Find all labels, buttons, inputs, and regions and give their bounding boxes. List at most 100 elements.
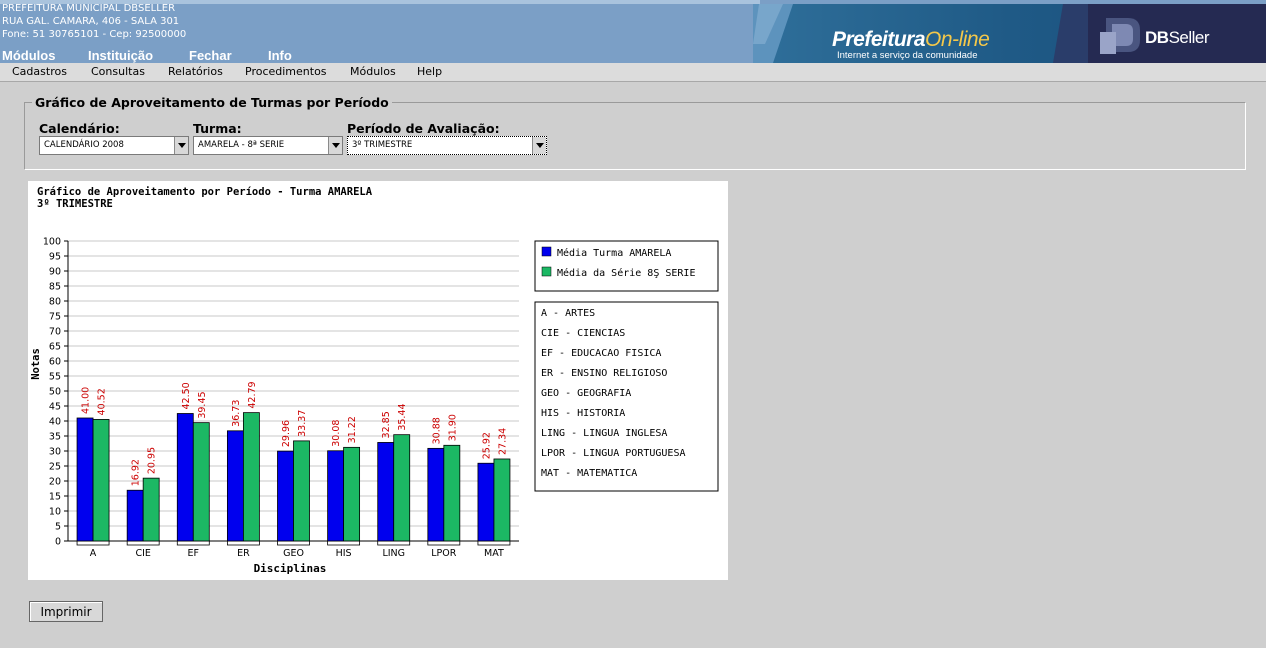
data-label: 30.88 <box>431 417 442 444</box>
y-tick-label: 30 <box>49 447 61 458</box>
y-tick-label: 80 <box>49 297 61 308</box>
bar-er-s1 <box>226 430 244 542</box>
turma-label: Turma: <box>193 121 242 136</box>
chevron-down-icon[interactable] <box>174 137 188 154</box>
data-label: 16.92 <box>131 459 142 486</box>
data-label: 29.96 <box>281 420 292 447</box>
bar-his-s1 <box>327 450 345 542</box>
data-label: 20.95 <box>147 447 158 474</box>
top-nav-instituicao[interactable]: Instituição <box>88 48 153 63</box>
x-tick-label: EF <box>188 548 199 559</box>
y-tick-label: 85 <box>49 282 61 293</box>
periodo-select[interactable]: 3º TRIMESTRE <box>347 136 547 155</box>
x-tick-label: HIS <box>336 548 352 559</box>
y-tick-label: 75 <box>49 312 61 323</box>
data-label: 39.45 <box>197 391 208 418</box>
bar-base <box>176 540 210 546</box>
bar-base <box>76 540 110 546</box>
chart-title: Gráfico de Aproveitamento por Período - … <box>37 186 373 198</box>
calendario-select[interactable]: CALENDÁRIO 2008 <box>39 136 189 155</box>
x-axis-title: Disciplinas <box>254 562 327 575</box>
chevron-down-icon[interactable] <box>328 137 342 154</box>
y-tick-label: 70 <box>49 327 61 338</box>
menu-modulos[interactable]: Módulos <box>350 65 396 78</box>
bar-base <box>226 540 260 546</box>
y-tick-label: 60 <box>49 357 61 368</box>
app-header: PREFEITURA MUNICIPAL DBSELLER RUA GAL. C… <box>0 0 1266 63</box>
legend-swatch-turma <box>541 246 552 257</box>
bar-ling-s2 <box>393 434 411 542</box>
bar-lpor-s1 <box>427 447 445 542</box>
data-label: 30.08 <box>331 420 342 447</box>
menu-consultas[interactable]: Consultas <box>91 65 145 78</box>
bar-geo-s1 <box>277 450 294 542</box>
bar-ling-s1 <box>377 442 395 542</box>
menu-relatorios[interactable]: Relatórios <box>168 65 223 78</box>
menu-cadastros[interactable]: Cadastros <box>12 65 67 78</box>
data-label: 36.73 <box>231 400 242 427</box>
legend-label-turma: Média Turma AMARELA <box>557 247 671 259</box>
data-label: 35.44 <box>397 403 408 430</box>
legend-swatch-serie <box>541 266 552 277</box>
abbreviation-item: EF - EDUCACAO FISICA <box>541 348 661 359</box>
bar-his-s2 <box>343 446 361 542</box>
chevron-down-icon[interactable] <box>532 137 546 154</box>
y-tick-label: 50 <box>49 387 61 398</box>
y-tick-label: 40 <box>49 417 61 428</box>
data-label: 40.52 <box>97 388 108 415</box>
bar-geo-s2 <box>293 440 310 542</box>
data-label: 25.92 <box>481 432 492 459</box>
abbreviation-item: A - ARTES <box>541 308 595 319</box>
bar-ef-s2 <box>192 422 210 542</box>
bar-base <box>327 540 361 546</box>
bar-a-s2 <box>92 419 110 542</box>
org-name: PREFEITURA MUNICIPAL DBSELLER <box>2 3 176 14</box>
x-tick-label: LING <box>382 548 405 559</box>
data-label: 42.50 <box>181 382 192 409</box>
periodo-select-value: 3º TRIMESTRE <box>352 140 413 150</box>
abbreviation-item: GEO - GEOGRAFIA <box>541 388 631 399</box>
chart-panel: Gráfico de Aproveitamento por Período - … <box>28 181 728 580</box>
y-tick-label: 55 <box>49 372 61 383</box>
print-button[interactable]: Imprimir <box>29 601 103 622</box>
bar-base <box>377 540 411 546</box>
y-axis-title: Notas <box>30 348 42 380</box>
x-tick-label: ER <box>237 548 250 559</box>
top-nav-fechar[interactable]: Fechar <box>189 48 232 63</box>
y-tick-label: 65 <box>49 342 61 353</box>
menu-bar: Cadastros Consultas Relatórios Procedime… <box>0 63 1266 82</box>
top-nav-modulos[interactable]: Módulos <box>2 48 55 63</box>
top-nav-info[interactable]: Info <box>268 48 292 63</box>
bar-base <box>477 540 511 546</box>
x-tick-label: MAT <box>484 548 504 559</box>
calendario-select-value: CALENDÁRIO 2008 <box>44 140 124 150</box>
y-tick-label: 90 <box>49 267 61 278</box>
org-phone: Fone: 51 30765101 - Cep: 92500000 <box>2 29 187 40</box>
abbreviation-item: MAT - MATEMATICA <box>541 468 637 479</box>
dbseller-wordmark: DBSeller <box>1145 28 1210 47</box>
x-tick-label: A <box>90 548 97 559</box>
y-tick-label: 25 <box>49 462 61 473</box>
y-tick-label: 0 <box>55 537 61 548</box>
data-label: 31.22 <box>347 416 358 443</box>
bar-mat-s1 <box>477 462 495 542</box>
data-label: 32.85 <box>381 411 392 438</box>
abbreviation-item: LING - LINGUA INGLESA <box>541 428 667 439</box>
turma-select[interactable]: AMARELA - 8ª SERIE <box>193 136 343 155</box>
bar-base <box>126 540 160 546</box>
data-label: 31.90 <box>447 414 458 441</box>
banner: PrefeituraOn-line Internet a serviço da … <box>753 4 1266 63</box>
menu-procedimentos[interactable]: Procedimentos <box>245 65 327 78</box>
bar-er-s2 <box>242 412 260 542</box>
x-tick-label: GEO <box>283 548 304 559</box>
x-tick-label: CIE <box>135 548 150 559</box>
abbreviation-item: HIS - HISTORIA <box>541 408 625 419</box>
data-label: 27.34 <box>497 428 508 455</box>
data-label: 41.00 <box>81 387 92 414</box>
menu-help[interactable]: Help <box>417 65 442 78</box>
bar-lpor-s2 <box>443 444 461 542</box>
y-tick-label: 45 <box>49 402 61 413</box>
y-tick-label: 15 <box>49 492 61 503</box>
y-tick-label: 100 <box>43 237 61 248</box>
org-address: RUA GAL. CAMARA, 406 - SALA 301 <box>2 16 180 27</box>
